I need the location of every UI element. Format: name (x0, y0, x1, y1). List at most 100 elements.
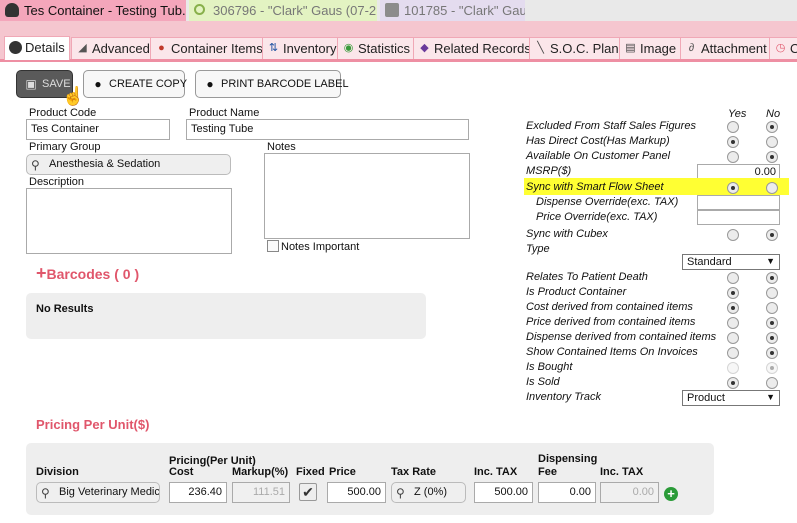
direct-cost-label: Has Direct Cost(Has Markup) (526, 135, 670, 147)
sync-smart-yes-radio[interactable] (727, 182, 739, 194)
tab-container-items[interactable]: ● Container Items (150, 37, 268, 59)
tab-inventory[interactable]: ⇅ Inventory (262, 37, 342, 59)
show-items-no-radio[interactable] (766, 347, 778, 359)
show-items-label: Show Contained Items On Invoices (526, 346, 698, 358)
type-label: Type (526, 243, 550, 255)
add-pricing-button[interactable]: + (664, 487, 678, 501)
markup-input: 111.51 (232, 482, 290, 503)
msrp-input[interactable]: 0.00 (697, 164, 780, 179)
dispense-override-label: Dispense Override(exc. TAX) (536, 196, 679, 208)
tab-details[interactable]: Details (4, 36, 70, 60)
col-inc-tax-2: Inc. TAX (600, 466, 644, 478)
pricing-panel (26, 443, 714, 515)
is-bought-yes-radio[interactable] (727, 362, 739, 374)
dispense-derived-yes-radio[interactable] (727, 332, 739, 344)
items-icon: ● (158, 42, 165, 54)
is-sold-yes-radio[interactable] (727, 377, 739, 389)
wand-icon: ╲ (537, 42, 544, 54)
division-input[interactable]: ⚲ Big Veterinary Medic (36, 482, 160, 503)
patient-death-no-radio[interactable] (766, 272, 778, 284)
customer-panel-yes-radio[interactable] (727, 151, 739, 163)
is-sold-no-radio[interactable] (766, 377, 778, 389)
patient-death-yes-radio[interactable] (727, 272, 739, 284)
col-inc-tax: Inc. TAX (474, 466, 518, 478)
price-derived-label: Price derived from contained items (526, 316, 696, 328)
price-derived-yes-radio[interactable] (727, 317, 739, 329)
description-textarea[interactable] (26, 188, 232, 254)
tab-other[interactable]: ◷ O (769, 37, 797, 59)
is-bought-label: Is Bought (526, 361, 573, 373)
customer-panel-no-radio[interactable] (766, 151, 778, 163)
barcodes-heading[interactable]: +Barcodes ( 0 ) (36, 263, 139, 284)
cost-derived-yes-radio[interactable] (727, 302, 739, 314)
tab-advanced[interactable]: ◢ Advanced (71, 37, 155, 59)
add-icon: + (36, 263, 47, 283)
sync-smart-no-radio[interactable] (766, 182, 778, 194)
inc-tax-input[interactable]: 500.00 (474, 482, 533, 503)
primary-group-label: Primary Group (29, 141, 101, 153)
print-barcode-button[interactable]: ● PRINT BARCODE LABEL (195, 70, 349, 98)
dispensing-inc-tax-input: 0.00 (600, 482, 659, 503)
dog-icon (385, 3, 399, 17)
excluded-no-radio[interactable] (766, 121, 778, 133)
price-derived-no-radio[interactable] (766, 317, 778, 329)
sync-cubex-label: Sync with Cubex (526, 228, 608, 240)
paperclip-icon: ∂ (688, 42, 695, 54)
type-select[interactable]: Standard ▼ (682, 254, 780, 270)
sync-cubex-no-radio[interactable] (766, 229, 778, 241)
msrp-label: MSRP($) (526, 165, 572, 177)
dispensing-fee-input[interactable]: 0.00 (538, 482, 596, 503)
window-tab-patient[interactable]: 101785 - "Clark" Gaus (380, 0, 525, 21)
is-bought-no-radio[interactable] (766, 362, 778, 374)
sync-cubex-yes-radio[interactable] (727, 229, 739, 241)
clock-icon: ◷ (775, 42, 786, 54)
image-icon: ▤ (625, 42, 636, 54)
chart-icon: ◉ (343, 42, 354, 54)
notes-important-checkbox[interactable] (267, 240, 279, 252)
customer-panel-label: Available On Customer Panel (526, 150, 671, 162)
tab-related-records[interactable]: ◆ Related Records (413, 37, 536, 59)
search-icon: ⚲ (396, 486, 405, 500)
arrows-icon: ⇅ (268, 42, 279, 54)
excluded-yes-radio[interactable] (727, 121, 739, 133)
window-tab-product[interactable]: Tes Container - Testing Tub... (0, 0, 186, 21)
is-container-yes-radio[interactable] (727, 287, 739, 299)
inventory-track-select[interactable]: Product ▼ (682, 390, 780, 406)
cost-derived-no-radio[interactable] (766, 302, 778, 314)
barcodes-panel: No Results (26, 293, 426, 339)
show-items-yes-radio[interactable] (727, 347, 739, 359)
dispense-derived-no-radio[interactable] (766, 332, 778, 344)
excluded-label: Excluded From Staff Sales Figures (526, 120, 696, 132)
cost-input[interactable]: 236.40 (169, 482, 227, 503)
tab-image[interactable]: ▤ Image (619, 37, 682, 59)
col-tax-rate: Tax Rate (391, 466, 437, 478)
direct-cost-yes-radio[interactable] (727, 136, 739, 148)
price-input[interactable]: 500.00 (327, 482, 386, 503)
tab-attachment[interactable]: ∂ Attachment (680, 37, 772, 59)
tax-rate-input[interactable]: ⚲ Z (0%) (391, 482, 466, 503)
product-icon: ● (94, 77, 102, 91)
cost-derived-label: Cost derived from contained items (526, 301, 693, 313)
is-container-no-radio[interactable] (766, 287, 778, 299)
product-name-label: Product Name (189, 107, 260, 119)
tab-soc-plan[interactable]: ╲ S.O.C. Plan (529, 37, 624, 59)
price-override-input[interactable] (697, 210, 780, 225)
create-copy-button[interactable]: ● CREATE COPY (83, 70, 187, 98)
tab-statistics[interactable]: ◉ Statistics (337, 37, 416, 59)
primary-group-input[interactable]: ⚲ Anesthesia & Sedation (26, 154, 231, 175)
sync-smart-label: Sync with Smart Flow Sheet (526, 181, 664, 193)
patient-death-label: Relates To Patient Death (526, 271, 648, 283)
fixed-checkbox[interactable]: ✔ (299, 483, 317, 501)
disk-icon: ▣ (25, 77, 37, 91)
product-name-input[interactable]: Testing Tube (186, 119, 469, 140)
notes-textarea[interactable] (264, 153, 470, 239)
product-code-input[interactable]: Tes Container (26, 119, 170, 140)
window-tab-visit[interactable]: 306796 - "Clark" Gaus (07-2... (189, 0, 377, 21)
direct-cost-no-radio[interactable] (766, 136, 778, 148)
triangle-icon: ◢ (78, 42, 87, 54)
product-code-label: Product Code (29, 107, 97, 119)
col-dispensing: Dispensing (538, 453, 598, 465)
product-icon: ● (206, 77, 214, 91)
product-icon (5, 3, 19, 17)
dispense-override-input[interactable] (697, 195, 780, 210)
